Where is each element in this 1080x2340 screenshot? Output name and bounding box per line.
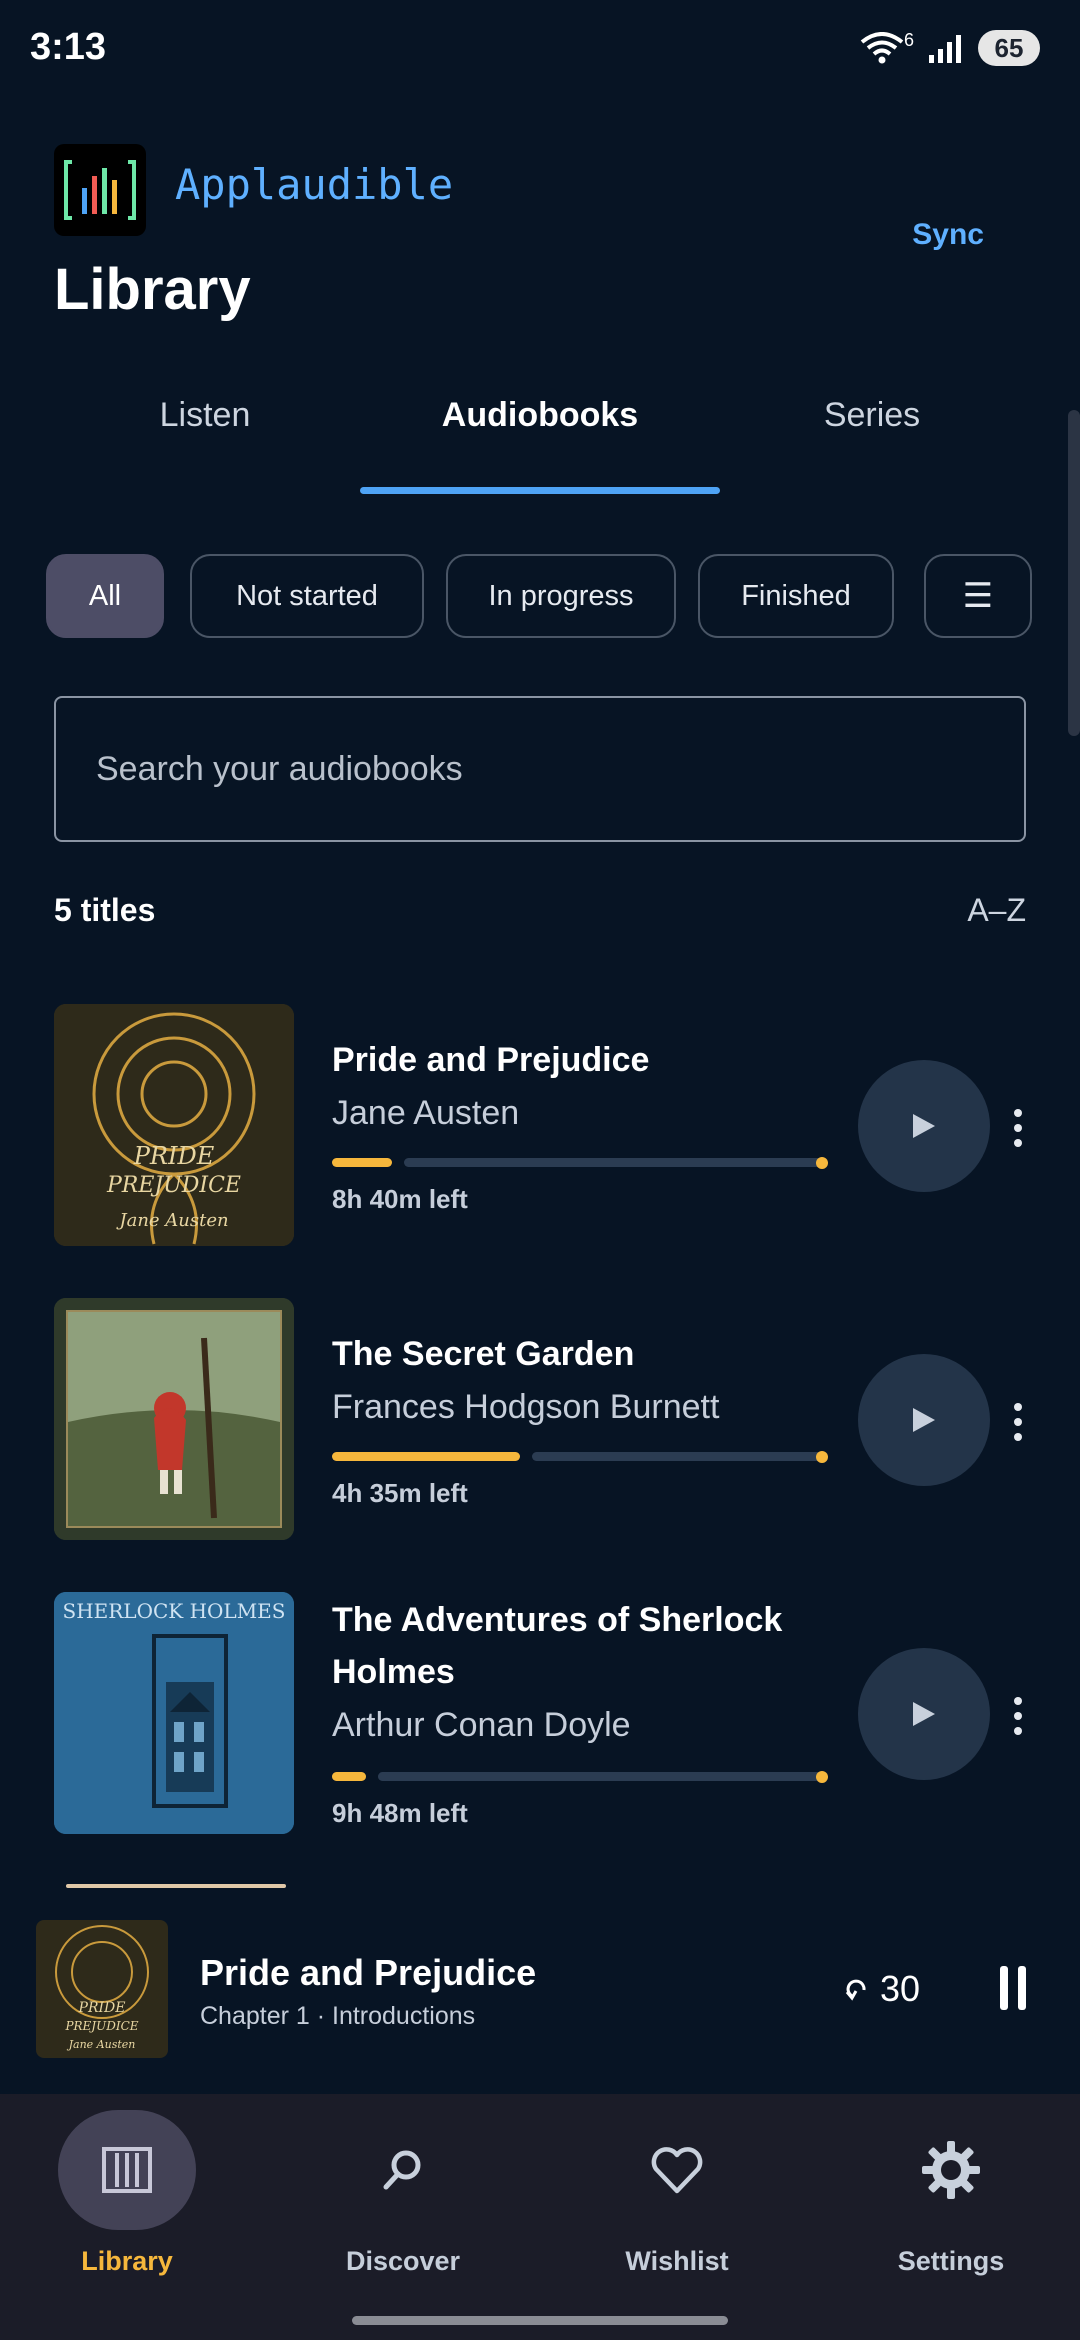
gear-icon <box>922 2141 980 2199</box>
progress-end-dot <box>816 1771 828 1783</box>
app-name: Applaudible <box>175 160 454 209</box>
nav-settings[interactable]: Settings <box>816 2110 1080 2277</box>
filter-chip-in-progress[interactable]: In progress <box>446 554 676 638</box>
play-button[interactable] <box>858 1060 990 1192</box>
search-icon <box>383 2150 421 2190</box>
tab-series[interactable]: Series <box>707 396 1037 435</box>
nav-library-pill <box>58 2110 196 2230</box>
progress-fill <box>332 1158 392 1167</box>
svg-text:PRIDE: PRIDE <box>78 2000 126 2016</box>
play-button[interactable] <box>858 1354 990 1486</box>
mini-player-cover[interactable]: PRIDE PREJUDICE Jane Austen <box>36 1920 168 2058</box>
svg-text:Jane Austen: Jane Austen <box>67 2038 136 2051</box>
page-title: Library <box>54 257 251 322</box>
book-title[interactable]: The Adventures of Sherlock Holmes <box>332 1594 812 1698</box>
title-count: 5 titles <box>54 892 156 928</box>
sort-button[interactable]: A–Z <box>967 892 1026 929</box>
svg-text:PREJUDICE: PREJUDICE <box>106 1173 241 1198</box>
book-author: Arthur Conan Doyle <box>332 1706 631 1744</box>
filter-chip-not-started[interactable]: Not started <box>190 554 424 638</box>
progress-track <box>378 1772 822 1781</box>
svg-text:SHERLOCK HOLMES: SHERLOCK HOLMES <box>63 1599 286 1623</box>
svg-text:PREJUDICE: PREJUDICE <box>64 2019 138 2033</box>
nav-discover[interactable]: Discover <box>268 2110 538 2277</box>
book-cover[interactable] <box>54 1298 294 1540</box>
wifi-badge: 6 <box>903 29 914 50</box>
book-author: Frances Hodgson Burnett <box>332 1388 720 1426</box>
app-logo <box>54 144 146 236</box>
more-options-icon[interactable] <box>998 1686 1038 1746</box>
nav-library[interactable]: Library <box>0 2110 262 2277</box>
progress-fill <box>332 1772 366 1781</box>
book-cover[interactable]: SHERLOCK HOLMES <box>54 1592 294 1834</box>
book-cover[interactable]: PRIDE PREJUDICE Jane Austen <box>54 1004 294 1246</box>
mini-player-chapter: Chapter 1 · Introductions <box>200 2002 476 2030</box>
scrollbar[interactable] <box>1068 410 1080 736</box>
status-icons: 6 65 <box>860 30 1040 66</box>
sync-button[interactable]: Sync <box>912 218 984 252</box>
nav-settings-label: Settings <box>897 2246 1005 2276</box>
book-title[interactable]: Pride and Prejudice <box>332 1034 649 1086</box>
more-options-icon[interactable] <box>998 1392 1038 1452</box>
nav-discover-label: Discover <box>345 2246 461 2276</box>
progress-fill <box>332 1452 520 1461</box>
pause-icon[interactable] <box>1000 1966 1026 2010</box>
library-icon <box>102 2147 152 2193</box>
play-button[interactable] <box>858 1648 990 1780</box>
progress-track <box>532 1452 822 1461</box>
play-icon <box>913 1702 935 1726</box>
svg-text:PRIDE: PRIDE <box>133 1142 215 1170</box>
tab-indicator <box>360 487 720 494</box>
tab-audiobooks[interactable]: Audiobooks <box>375 396 705 435</box>
nav-settings-pill <box>882 2110 1020 2230</box>
filter-menu-button[interactable]: ☰ <box>924 554 1032 638</box>
nav-wishlist-label: Wishlist <box>625 2246 729 2276</box>
rewind-seconds: 30 <box>880 1968 921 2009</box>
book-title[interactable]: The Secret Garden <box>332 1328 634 1380</box>
filter-chip-finished[interactable]: Finished <box>698 554 894 638</box>
filter-chip-all[interactable]: All <box>46 554 164 638</box>
progress-track <box>404 1158 822 1167</box>
more-options-icon[interactable] <box>998 1098 1038 1158</box>
nav-wishlist-pill <box>608 2110 746 2230</box>
progress-end-dot <box>816 1157 828 1169</box>
book-time-left: 8h 40m left <box>332 1184 468 1214</box>
tab-listen[interactable]: Listen <box>40 396 370 435</box>
heart-icon <box>651 2147 703 2194</box>
wifi-icon <box>860 32 904 64</box>
status-time: 3:13 <box>30 26 107 68</box>
progress-end-dot <box>816 1451 828 1463</box>
nav-discover-pill <box>334 2110 472 2230</box>
play-icon <box>913 1114 935 1138</box>
nav-library-label: Library <box>81 2246 173 2276</box>
signal-icon <box>929 35 961 63</box>
search-input[interactable]: Search your audiobooks <box>54 696 1026 842</box>
book-time-left: 9h 48m left <box>332 1798 468 1828</box>
book-time-left: 4h 35m left <box>332 1478 468 1508</box>
rewind-icon <box>845 1979 866 2001</box>
nav-wishlist[interactable]: Wishlist <box>542 2110 812 2277</box>
rewind-button[interactable]: 30 <box>844 1968 920 2010</box>
home-indicator[interactable] <box>352 2316 728 2325</box>
svg-text:Jane Austen: Jane Austen <box>115 1210 228 1231</box>
play-icon <box>913 1408 935 1432</box>
battery-indicator: 65 <box>978 30 1040 66</box>
book-author: Jane Austen <box>332 1094 520 1132</box>
mini-player-title: Pride and Prejudice <box>200 1952 537 1993</box>
